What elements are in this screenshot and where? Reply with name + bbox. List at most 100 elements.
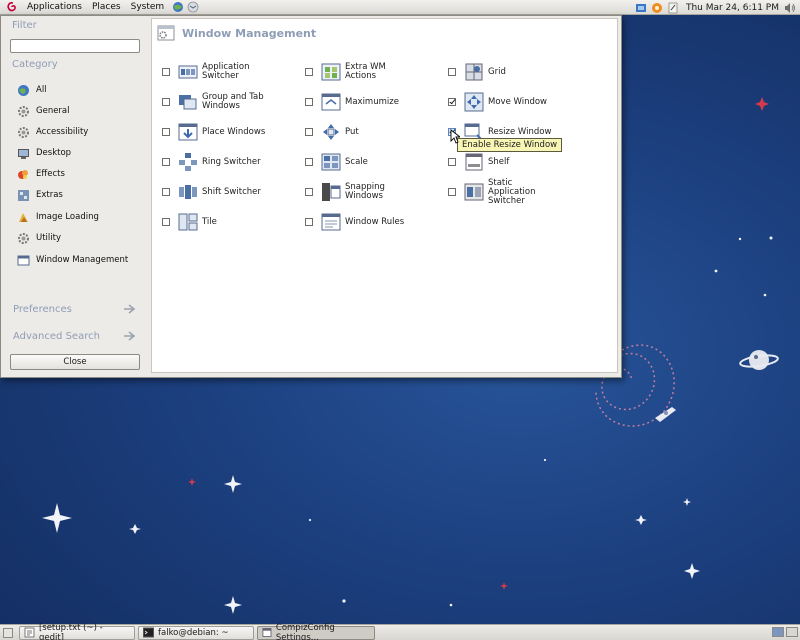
compizconfig-icon — [262, 628, 272, 637]
plugin-item[interactable]: Shift Switcher — [162, 180, 266, 204]
plugin-label: Ring Switcher — [202, 156, 261, 167]
effects-icon — [18, 169, 28, 179]
preferences-link[interactable]: Preferences — [13, 302, 137, 316]
grid-icon — [465, 63, 483, 81]
task-label: CompizConfig Settings... — [275, 622, 335, 640]
advanced-search-link[interactable]: Advanced Search — [13, 329, 137, 343]
window-rules-icon — [321, 213, 341, 231]
plugin-item[interactable]: Grid — [448, 60, 552, 84]
mouse-cursor-icon — [450, 129, 460, 144]
workspace-switcher[interactable] — [770, 627, 798, 637]
group-and-tab-icon — [179, 95, 197, 110]
plugin-checkbox[interactable] — [448, 98, 456, 106]
plugin-label: Window Rules — [345, 216, 405, 227]
filter-heading: Filter — [12, 20, 37, 31]
category-all[interactable]: All — [17, 83, 47, 97]
debian-logo-icon[interactable] — [6, 1, 18, 13]
category-effects[interactable]: Effects — [17, 167, 65, 181]
plugin-checkbox[interactable] — [305, 158, 313, 166]
plugin-checkbox[interactable] — [448, 158, 456, 166]
gear-icon — [18, 105, 29, 117]
plugin-checkbox[interactable] — [305, 188, 313, 196]
plugin-item[interactable]: Tile — [162, 210, 266, 234]
task-gedit[interactable]: [setup.txt (~) - gedit] — [19, 623, 135, 640]
extra-wm-actions-icon — [321, 63, 341, 81]
category-accessibility[interactable]: Accessibility — [17, 125, 88, 139]
menu-system[interactable]: System — [126, 0, 170, 14]
plugin-checkbox[interactable] — [305, 98, 313, 106]
compizconfig-window: Filter Category All General Accessibilit… — [0, 15, 622, 378]
category-label: General — [36, 106, 70, 116]
system-tray: Thu Mar 24, 6:11 PM — [635, 0, 800, 15]
task-compizconfig[interactable]: CompizConfig Settings... — [257, 622, 375, 640]
plugin-label: Scale — [345, 156, 368, 167]
category-extras[interactable]: Extras — [17, 188, 63, 202]
plugin-label: Group and Tab Windows — [202, 92, 264, 111]
close-button[interactable]: Close — [10, 354, 140, 370]
plugin-item[interactable]: Maximumize — [305, 90, 409, 114]
plugin-label: Grid — [488, 66, 506, 77]
notes-icon[interactable] — [667, 2, 679, 14]
email-launcher-icon[interactable] — [187, 1, 199, 13]
plugin-item[interactable]: Shelf — [448, 150, 552, 174]
shelf-icon — [465, 153, 483, 171]
category-label: All — [36, 85, 47, 95]
plugin-item[interactable]: Extra WM Actions — [305, 60, 409, 84]
top-panel: Applications Places System Thu Mar 24, 6… — [0, 0, 800, 15]
plugin-item[interactable]: Snapping Windows — [305, 180, 409, 204]
category-window-management[interactable]: Window Management — [17, 253, 128, 267]
plugin-item[interactable]: Application Switcher — [162, 60, 266, 84]
plugin-item[interactable]: Move Window — [448, 90, 552, 114]
planet-icon — [739, 350, 779, 370]
volume-icon[interactable] — [784, 2, 796, 14]
plugin-item[interactable]: Group and Tab Windows — [162, 90, 266, 114]
plugin-checkbox[interactable] — [162, 218, 170, 226]
plugin-checkbox[interactable] — [305, 68, 313, 76]
filter-input[interactable] — [10, 39, 140, 53]
plugin-item[interactable]: Static Application Switcher — [448, 177, 552, 206]
category-general[interactable]: General — [17, 104, 70, 118]
plugin-item[interactable]: Ring Switcher — [162, 150, 266, 174]
task-label: falko@debian: ~ — [158, 627, 229, 638]
plugin-item[interactable]: Scale — [305, 150, 409, 174]
category-image-loading[interactable]: Image Loading — [17, 210, 99, 224]
plugin-label: Application Switcher — [202, 62, 250, 81]
web-browser-launcher-icon[interactable] — [172, 1, 184, 13]
plugin-checkbox[interactable] — [448, 188, 456, 196]
text-editor-icon — [24, 627, 35, 638]
plugin-label: Static Application Switcher — [488, 177, 536, 206]
menu-places[interactable]: Places — [87, 0, 126, 14]
plugin-content-area: Window Management Application Switcher Ex… — [151, 18, 618, 373]
plugin-checkbox[interactable] — [162, 158, 170, 166]
menu-applications[interactable]: Applications — [22, 0, 87, 14]
plugin-label: Resize Window — [488, 126, 552, 137]
plugin-label: Tile — [202, 216, 217, 227]
show-desktop-button[interactable] — [3, 627, 13, 638]
network-icon[interactable] — [635, 2, 647, 14]
plugin-checkbox[interactable] — [162, 128, 170, 136]
task-terminal[interactable]: falko@debian: ~ — [138, 625, 254, 640]
plugin-checkbox[interactable] — [162, 68, 170, 76]
plugin-checkbox[interactable] — [305, 128, 313, 136]
workspace-1[interactable] — [772, 627, 784, 637]
plugin-checkbox[interactable] — [305, 218, 313, 226]
preferences-label: Preferences — [13, 303, 72, 315]
plugin-label: Snapping Windows — [345, 182, 385, 201]
category-label: Desktop — [36, 148, 72, 158]
clock[interactable]: Thu Mar 24, 6:11 PM — [686, 3, 779, 13]
plugin-label: Shelf — [488, 156, 510, 167]
plugin-checkbox[interactable] — [162, 188, 170, 196]
plugin-label: Extra WM Actions — [345, 62, 386, 81]
category-desktop[interactable]: Desktop — [17, 146, 71, 160]
plugin-item[interactable]: Put — [305, 120, 409, 144]
category-utility[interactable]: Utility — [17, 231, 61, 245]
category-label: Accessibility — [36, 127, 89, 137]
plugin-checkbox[interactable] — [448, 68, 456, 76]
shift-switcher-icon — [179, 185, 197, 199]
plugin-item[interactable]: Place Windows — [162, 120, 266, 144]
plugin-item[interactable]: Window Rules — [305, 210, 409, 234]
plugin-label: Shift Switcher — [202, 186, 261, 197]
plugin-checkbox[interactable] — [162, 98, 170, 106]
update-notifier-icon[interactable] — [651, 2, 663, 14]
workspace-2[interactable] — [786, 627, 798, 637]
